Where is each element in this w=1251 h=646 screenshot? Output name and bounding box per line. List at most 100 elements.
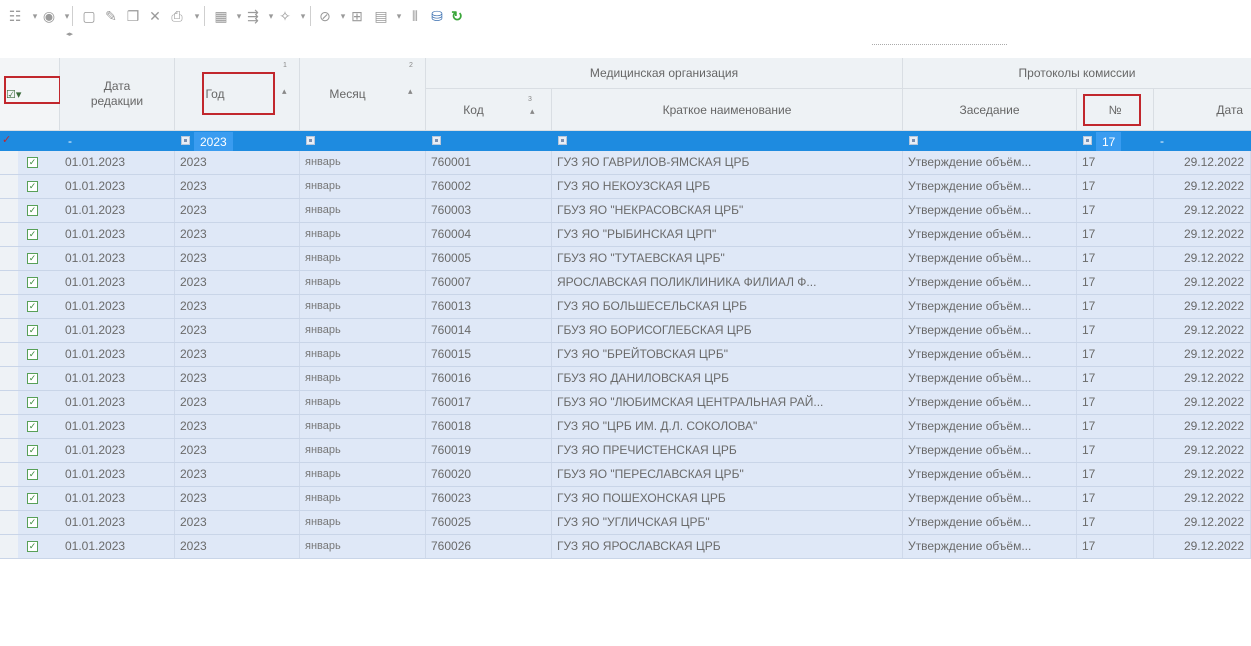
row-checkbox[interactable]: ✓ [27,397,38,408]
filter-icon [1083,136,1092,146]
row-checkbox[interactable]: ✓ [27,349,38,360]
row-checkbox[interactable]: ✓ [27,325,38,336]
row-checkbox[interactable]: ✓ [27,469,38,480]
cell-month: январь [300,151,426,174]
dotted-separator [872,44,1007,45]
cell-year: 2023 [175,247,300,270]
table-row[interactable]: ✓ 01.01.2023 2023 январь 760020 ГБУЗ ЯО "ПЕРЕ… [0,463,1251,487]
cell-month: январь [300,343,426,366]
sort-ascending-icon: ▴ [408,86,413,96]
row-indicator [0,415,18,438]
cell-code: 760026 [426,535,552,558]
delete-x-icon[interactable]: ✕ [146,6,164,26]
calculator-icon[interactable]: ▤ [372,6,390,26]
row-checkbox[interactable]: ✓ [27,373,38,384]
tree-icon[interactable]: ⊞ [348,6,366,26]
archive-icon[interactable]: ⛁ [428,6,446,26]
filter-icon[interactable]: ⊘ [316,6,334,26]
cell-date: 29.12.2022 [1154,343,1251,366]
row-checkbox[interactable]: ✓ [27,541,38,552]
table-row[interactable]: ✓ 01.01.2023 2023 январь 760026 ГУЗ ЯО ЯРОСЛА… [0,535,1251,559]
table-row[interactable]: ✓ 01.01.2023 2023 январь 760013 ГУЗ ЯО БОЛЬШЕ… [0,295,1251,319]
select-all-checkbox[interactable]: ☑▾ [0,58,60,131]
cell-code: 760014 [426,319,552,342]
cell-code: 760018 [426,415,552,438]
cell-month: январь [300,535,426,558]
table-row[interactable]: ✓ 01.01.2023 2023 январь 760017 ГБУЗ ЯО "ЛЮБИ… [0,391,1251,415]
row-checkbox[interactable]: ✓ [27,157,38,168]
table-row[interactable]: ✓ 01.01.2023 2023 январь 760014 ГБУЗ ЯО БОРИС… [0,319,1251,343]
toolbar-separator [310,6,311,26]
export-icon[interactable]: ⇶ [244,6,262,26]
row-checkbox[interactable]: ✓ [27,421,38,432]
cell-year: 2023 [175,199,300,222]
toolbar-separator [72,6,73,26]
list-dropdown-icon[interactable]: ☷ [6,6,24,26]
cell-edit-date: 01.01.2023 [60,151,175,174]
row-indicator [0,343,18,366]
attach-icon[interactable]: ⦀ [406,6,424,26]
cell-number: 17 [1077,535,1154,558]
table-row[interactable]: ✓ 01.01.2023 2023 январь 760015 ГУЗ ЯО "БРЕЙТ… [0,343,1251,367]
column-header-number[interactable]: № [1077,89,1154,131]
cell-date: 29.12.2022 [1154,391,1251,414]
row-checkbox[interactable]: ✓ [27,445,38,456]
filter-month[interactable] [300,131,426,151]
cell-short-name: ГУЗ ЯО ГАВРИЛОВ-ЯМСКАЯ ЦРБ [552,151,903,174]
row-checkbox[interactable]: ✓ [27,277,38,288]
cell-short-name: ГУЗ ЯО ПРЕЧИСТЕНСКАЯ ЦРБ [552,439,903,462]
table-view-icon[interactable]: ▦ [212,6,230,26]
row-checkbox[interactable]: ✓ [27,517,38,528]
cell-edit-date: 01.01.2023 [60,487,175,510]
cell-code: 760017 [426,391,552,414]
table-row[interactable]: ✓ 01.01.2023 2023 январь 760003 ГБУЗ ЯО "НЕКР… [0,199,1251,223]
refresh-icon[interactable]: ↻ [448,6,466,26]
cell-number: 17 [1077,223,1154,246]
record-icon[interactable]: ◉ [40,6,58,26]
filter-meeting[interactable] [903,131,1077,151]
filter-date[interactable]: - [1154,131,1251,151]
filter-edit-date[interactable]: - [60,131,175,151]
cell-edit-date: 01.01.2023 [60,439,175,462]
row-checkbox[interactable]: ✓ [27,253,38,264]
table-row[interactable]: ✓ 01.01.2023 2023 январь 760004 ГУЗ ЯО "РЫБИН… [0,223,1251,247]
cell-year: 2023 [175,511,300,534]
cell-number: 17 [1077,487,1154,510]
pin-icon[interactable]: ✧ [276,6,294,26]
cell-meeting: Утверждение объём... [903,295,1077,318]
cell-edit-date: 01.01.2023 [60,319,175,342]
table-row[interactable]: ✓ 01.01.2023 2023 январь 760001 ГУЗ ЯО ГАВРИЛ… [0,151,1251,175]
filter-short-name[interactable] [552,131,903,151]
table-row[interactable]: ✓ 01.01.2023 2023 январь 760007 ЯРОСЛАВСКАЯ П… [0,271,1251,295]
column-header-short-name[interactable]: Краткое наименование [552,89,903,131]
table-row[interactable]: ✓ 01.01.2023 2023 январь 760018 ГУЗ ЯО "ЦРБ И… [0,415,1251,439]
row-checkbox[interactable]: ✓ [27,205,38,216]
table-row[interactable]: ✓ 01.01.2023 2023 январь 760023 ГУЗ ЯО ПОШЕХО… [0,487,1251,511]
column-header-edit-date[interactable]: Дата редакции [60,58,175,131]
table-row[interactable]: ✓ 01.01.2023 2023 январь 760005 ГБУЗ ЯО "ТУТА… [0,247,1251,271]
row-indicator [0,463,18,486]
dropdown-arrow-icon[interactable]: ▾ [58,6,76,26]
copy-icon[interactable]: ❐ [124,6,142,26]
filter-year[interactable]: 2023 [175,131,300,152]
print-icon[interactable]: ⎙ [168,6,186,26]
cell-meeting: Утверждение объём... [903,151,1077,174]
filter-number[interactable]: 17 [1077,131,1154,152]
row-checkbox[interactable]: ✓ [27,493,38,504]
column-header-date[interactable]: Дата [1154,89,1251,131]
cell-number: 17 [1077,247,1154,270]
row-checkbox[interactable]: ✓ [27,229,38,240]
table-row[interactable]: ✓ 01.01.2023 2023 январь 760019 ГУЗ ЯО ПРЕЧИС… [0,439,1251,463]
column-header-meeting[interactable]: Заседание [903,89,1077,131]
table-row[interactable]: ✓ 01.01.2023 2023 январь 760002 ГУЗ ЯО НЕКОУЗ… [0,175,1251,199]
edit-pencil-icon[interactable]: ✎ [102,6,120,26]
cell-number: 17 [1077,367,1154,390]
cell-code: 760015 [426,343,552,366]
row-checkbox[interactable]: ✓ [27,181,38,192]
cell-year: 2023 [175,535,300,558]
table-row[interactable]: ✓ 01.01.2023 2023 январь 760025 ГУЗ ЯО "УГЛИЧ… [0,511,1251,535]
table-row[interactable]: ✓ 01.01.2023 2023 январь 760016 ГБУЗ ЯО ДАНИЛ… [0,367,1251,391]
filter-code[interactable] [426,131,552,151]
row-checkbox[interactable]: ✓ [27,301,38,312]
new-document-icon[interactable]: ▢ [80,6,98,26]
